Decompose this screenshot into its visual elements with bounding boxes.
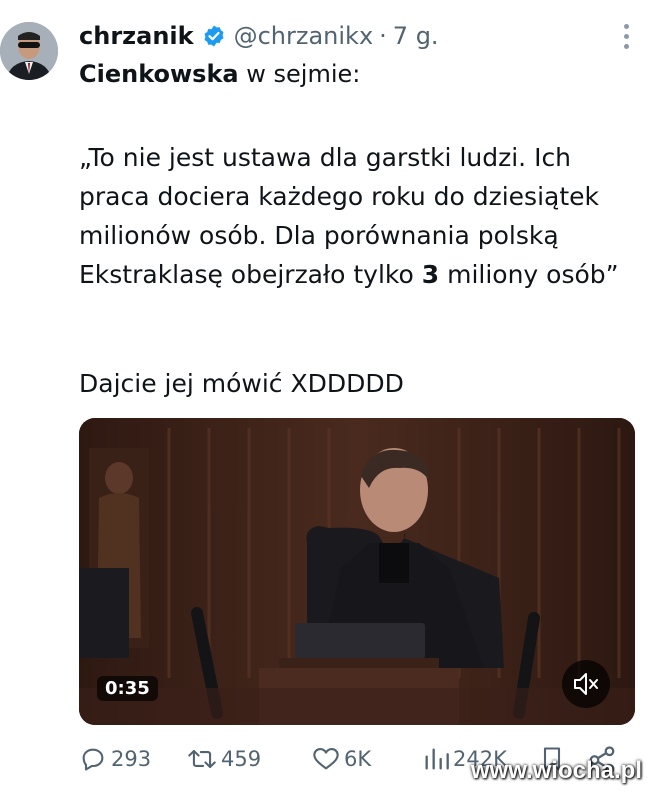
tweet-quote: „To nie jest ustawa dla garstki ludzi. I…	[79, 138, 639, 294]
heart-icon	[313, 748, 339, 770]
author-handle[interactable]: @chrzanikx	[234, 22, 374, 50]
reply-button[interactable]: 293	[79, 745, 151, 773]
retweet-button[interactable]: 459	[187, 745, 261, 773]
avatar[interactable]	[0, 22, 58, 80]
timestamp[interactable]: 7 g.	[393, 22, 439, 50]
tweet-header: chrzanik @chrzanikx · 7 g.	[79, 18, 638, 54]
verified-badge-icon	[202, 24, 226, 48]
mute-button[interactable]	[562, 660, 610, 708]
retweet-icon	[188, 749, 216, 769]
like-button[interactable]: 6K	[312, 745, 371, 773]
quote-part2: miliony osób”	[439, 260, 619, 289]
tweet-comment: Dajcie jej mówić XDDDDD	[79, 369, 404, 398]
quote-bold: 3	[421, 260, 440, 289]
video-player[interactable]	[79, 418, 635, 725]
separator: ·	[379, 22, 387, 50]
title-rest: w sejmie:	[238, 60, 361, 88]
speaker-muted-icon	[574, 673, 598, 695]
views-icon	[425, 748, 449, 770]
reply-count: 293	[111, 747, 152, 771]
more-options-icon[interactable]	[622, 24, 630, 54]
like-count: 6K	[344, 747, 372, 771]
video-duration-badge: 0:35	[97, 676, 158, 701]
tweet-title: Cienkowska w sejmie:	[79, 60, 360, 88]
avatar-image	[0, 22, 58, 80]
reply-icon	[82, 748, 104, 771]
title-bold: Cienkowska	[79, 60, 239, 88]
video-frame	[79, 418, 635, 725]
watermark: www.wiocha.pl	[470, 757, 642, 784]
author-name[interactable]: chrzanik	[79, 22, 194, 50]
retweet-count: 459	[221, 747, 262, 771]
